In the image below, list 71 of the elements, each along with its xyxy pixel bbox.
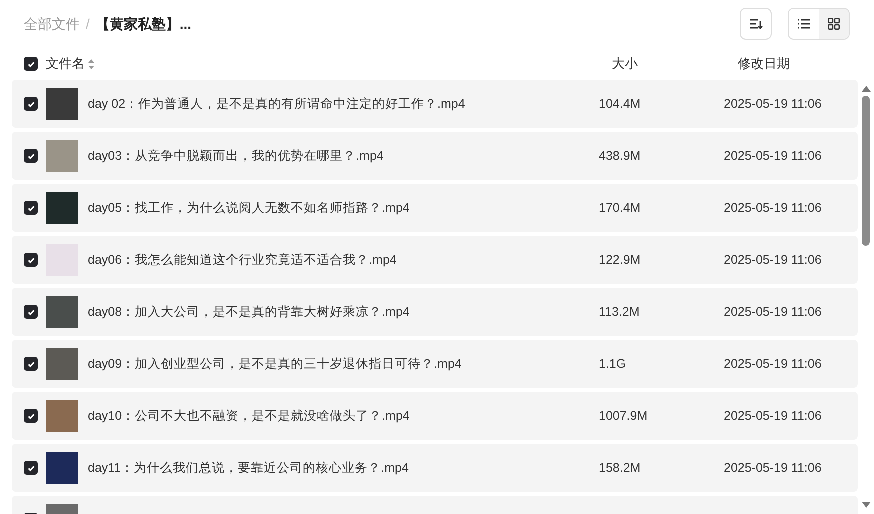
check-icon: [26, 100, 36, 108]
check-icon: [26, 308, 36, 316]
modified-date: 2025-05-19 11:06: [724, 252, 822, 269]
sort-button[interactable]: [740, 8, 772, 40]
column-header[interactable]: 大小: [612, 54, 738, 74]
file-name[interactable]: day08：加入大公司，是不是真的背靠大树好乘凉？.mp4: [88, 302, 599, 322]
photo-placeholder: [46, 88, 78, 120]
scroll-up-arrow-icon[interactable]: [862, 86, 870, 92]
breadcrumb-separator: /: [86, 14, 90, 34]
grid-icon: [828, 18, 840, 30]
checkbox[interactable]: [24, 305, 38, 319]
modified-date: 2025-05-19 11:06: [724, 148, 822, 165]
check-icon: [26, 464, 36, 472]
file-name[interactable]: day10：公司不大也不融资，是不是就没啥做头了？.mp4: [88, 406, 599, 426]
check-icon: [26, 360, 36, 368]
breadcrumb-item[interactable]: 【黄家私塾】...: [96, 14, 192, 34]
modified-date: 2025-05-19 11:06: [724, 408, 822, 425]
file-size: 158.2M: [599, 460, 642, 477]
modified-date: 2025-05-19 11:06: [724, 96, 822, 113]
file-name[interactable]: day11：为什么我们总说，要靠近公司的核心业务？.mp4: [88, 458, 599, 478]
photo-placeholder: [46, 296, 78, 328]
photo-placeholder: [46, 192, 78, 224]
check-icon: [26, 204, 36, 212]
grid-view-button[interactable]: [819, 9, 849, 39]
sort-icon: [749, 18, 763, 30]
file-row[interactable]: day09：加入创业型公司，是不是真的三十岁退休指日可待？.mp4 1.1G 2025-05-19 11:06: [12, 340, 858, 388]
sort-icon: [88, 58, 95, 70]
file-name[interactable]: day05：找工作，为什么说阅人无数不如名师指路？.mp4: [88, 198, 599, 218]
check-icon: [26, 412, 36, 420]
checkbox[interactable]: [24, 357, 38, 371]
file-size: 1007.9M: [599, 408, 649, 425]
list-icon: [798, 19, 810, 29]
modified-date: 2025-05-19 11:06: [724, 200, 822, 217]
checkbox[interactable]: [24, 253, 38, 267]
scroll-down-arrow-icon[interactable]: [862, 502, 870, 508]
file-name[interactable]: day 02：作为普通人，是不是真的有所谓命中注定的好工作？.mp4: [88, 94, 599, 114]
check-icon: [26, 60, 36, 68]
file-row[interactable]: day06：我怎么能知道这个行业究竟适不适合我？.mp4 122.9M 2025-05-19 11:06: [12, 236, 858, 284]
file-name[interactable]: day06：我怎么能知道这个行业究竟适不适合我？.mp4: [88, 250, 599, 270]
file-row[interactable]: day03：从竞争中脱颖而出，我的优势在哪里？.mp4 438.9M 2025-05-19 11:06: [12, 132, 858, 180]
checkbox[interactable]: [24, 409, 38, 423]
checkbox[interactable]: [24, 97, 38, 111]
file-name[interactable]: day09：加入创业型公司，是不是真的三十岁退休指日可待？.mp4: [88, 354, 599, 374]
file-size: 1.1G: [599, 356, 628, 373]
file-row[interactable]: day11：为什么我们总说，要靠近公司的核心业务？.mp4 158.2M 2025-05-19 11:06: [12, 444, 858, 492]
scrollbar-thumb[interactable]: [862, 96, 870, 246]
modified-date: 2025-05-19 11:06: [724, 460, 822, 477]
file-row[interactable]: day05：找工作，为什么说阅人无数不如名师指路？.mp4 170.4M 2025-05-19 11:06: [12, 184, 858, 232]
file-size: 170.4M: [599, 200, 642, 217]
checkbox[interactable]: [24, 149, 38, 163]
file-name[interactable]: day03：从竞争中脱颖而出，我的优势在哪里？.mp4: [88, 146, 599, 166]
photo-placeholder: [46, 140, 78, 172]
checkbox[interactable]: [24, 201, 38, 215]
photo-placeholder: [46, 400, 78, 432]
file-size: 438.9M: [599, 148, 642, 165]
check-icon: [26, 256, 36, 264]
checkbox[interactable]: [24, 57, 38, 71]
file-size: 122.9M: [599, 252, 642, 269]
check-icon: [26, 152, 36, 160]
column-header[interactable]: 修改日期: [738, 54, 790, 74]
modified-date: 2025-05-19 11:06: [724, 356, 822, 373]
file-row[interactable]: day08：加入大公司，是不是真的背靠大树好乘凉？.mp4 113.2M 2025-05-19 11:06: [12, 288, 858, 336]
file-row[interactable]: day 02：作为普通人，是不是真的有所谓命中注定的好工作？.mp4 104.4M 2025-05-19 11:06: [12, 80, 858, 128]
file-size: 104.4M: [599, 96, 642, 113]
photo-placeholder: [46, 348, 78, 380]
checkbox[interactable]: [24, 461, 38, 475]
photo-placeholder: [46, 452, 78, 484]
column-header[interactable]: 文件名: [46, 54, 85, 74]
file-size: 113.2M: [599, 304, 641, 321]
modified-date: 2025-05-19 11:06: [724, 304, 822, 321]
file-row[interactable]: day10：公司不大也不融资，是不是就没啥做头了？.mp4 1007.9M 2025-05-19 11:06: [12, 392, 858, 440]
